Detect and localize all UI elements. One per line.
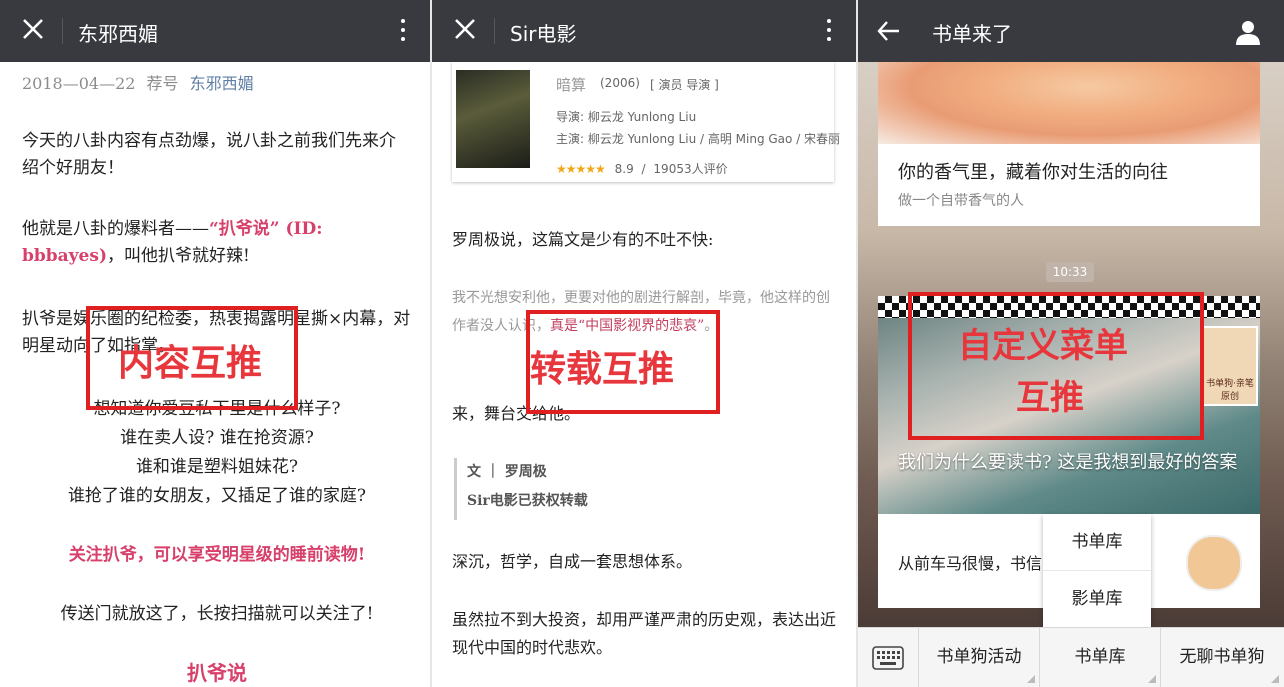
dog-logo: 书单狗·亲笔原创 (1202, 326, 1258, 406)
article-caption: 我们为什么要读书? 这是我想到最好的答案 (898, 452, 1238, 473)
paragraph: 他就是八卦的爆料者——“扒爷说” (ID: bbbayes)，叫他扒爷就好辣! (22, 216, 412, 270)
paragraph: 虽然拉不到大投资，却用严谨严肃的历史观，表达出近现代中国的时代悲欢。 (452, 610, 837, 657)
movie-card[interactable]: 暗算 (2006) [ 演员 导演 ] 导演: 柳云龙 Yunlong Liu … (452, 62, 840, 182)
badge-text: 书单狗·亲笔原创 (1206, 379, 1254, 402)
close-icon[interactable] (18, 14, 48, 44)
time-stamp: 10:33 (1046, 262, 1094, 282)
submenu-item[interactable]: 影单库 (1043, 571, 1151, 628)
question-line: 谁和谁是塑料姐妹花? (135, 457, 299, 477)
submenu-indicator-icon (1271, 675, 1279, 683)
annotation-label: 转载互推 (530, 349, 675, 390)
page-title: 书单来了 (932, 22, 1012, 46)
top-bar: 东邪西媚 (0, 0, 430, 62)
divider (62, 18, 63, 44)
keyboard-toggle[interactable] (858, 628, 919, 687)
submenu-popup: 书单库 影单库 (1043, 514, 1151, 628)
paragraph: 传送门就放这了，长按扫描就可以关注了! (60, 604, 374, 624)
page-title: Sir电影 (510, 22, 577, 46)
chat-panel-3: 书单来了 你的香气里，藏着你对生活的向往 做一个自带香气的人 10:33 书单狗… (858, 0, 1284, 687)
more-menu-icon[interactable] (398, 16, 408, 46)
submenu-item[interactable]: 书单库 (1043, 514, 1151, 571)
custom-menu-bar: 书单狗活动 书单库 无聊书单狗 (858, 627, 1284, 687)
movie-year: (2006) (600, 76, 640, 90)
star-rating-icon: ★★★★★ (556, 162, 606, 176)
paragraph: 今天的八卦内容有点劲爆，说八卦之前我们先来介绍个好朋友！ (22, 131, 396, 178)
highlight-line: 关注扒爷，可以享受明星级的睡前读物! (68, 545, 366, 565)
author-block: 文 ｜ 罗周极 Sir电影已获权转载 (454, 458, 767, 520)
text: ，叫他扒爷就好辣! (106, 246, 250, 266)
top-bar: Sir电影 (432, 0, 856, 62)
meta-label: 荐号 (146, 74, 179, 93)
author-line: 文 ｜ 罗周极 (467, 464, 547, 480)
movie-tag: [ 演员 导演 ] (650, 78, 719, 92)
menu-item[interactable]: 无聊书单狗 (1161, 628, 1283, 687)
article-cover-image (878, 62, 1260, 144)
score-separator: / (641, 162, 646, 176)
movie-cast: 主演: 柳云龙 Yunlong Liu / 高明 Ming Gao / 宋春丽 (556, 132, 841, 146)
movie-title: 暗算 (556, 76, 587, 94)
profile-icon[interactable] (1234, 18, 1262, 46)
submenu-indicator-icon (1148, 675, 1156, 683)
back-arrow-icon[interactable] (876, 18, 902, 44)
more-menu-icon[interactable] (824, 16, 834, 46)
close-icon[interactable] (450, 14, 480, 44)
menu-item[interactable]: 书单库 (1040, 628, 1161, 687)
vote-count: 19053人评价 (653, 162, 728, 176)
keyboard-icon (872, 646, 904, 670)
paragraph: 罗周极说，这篇文是少有的不吐不快: (452, 230, 714, 249)
top-bar: 书单来了 (858, 0, 1284, 62)
submenu-indicator-icon (1027, 675, 1035, 683)
meta-date: 2018—04—22 (22, 74, 136, 93)
article-meta: 2018—04—22 荐号 东邪西媚 (22, 70, 254, 94)
article-subtitle: 做一个自带香气的人 (898, 193, 1024, 209)
annotation-label: 互推 (1016, 378, 1084, 418)
article-panel-1: 东邪西媚 2018—04—22 荐号 东邪西媚 今天的八卦内容有点劲爆，说八卦之… (0, 0, 430, 687)
account-link[interactable]: 东邪西媚 (190, 74, 254, 93)
menu-item-label: 书单库 (1074, 647, 1126, 667)
page-title: 东邪西媚 (78, 22, 158, 46)
article-title: 从前车马很慢，书信 (898, 554, 1043, 573)
article-title: 你的香气里，藏着你对生活的向往 (898, 162, 1168, 183)
movie-director: 导演: 柳云龙 Yunlong Liu (556, 110, 697, 124)
menu-item-label: 无聊书单狗 (1179, 647, 1265, 667)
authorization-line: Sir电影已获权转载 (467, 493, 588, 509)
menu-item[interactable]: 书单狗活动 (919, 628, 1040, 687)
movie-poster (456, 70, 530, 168)
article-card[interactable]: 你的香气里，藏着你对生活的向往 做一个自带香气的人 (878, 144, 1260, 226)
annotation-label: 自定义菜单 (958, 326, 1128, 366)
question-line: 谁在卖人设? 谁在抢资源? (120, 428, 314, 448)
divider (494, 18, 495, 44)
account-name-footer: 扒爷说 (187, 661, 247, 685)
score: 8.9 (614, 162, 634, 176)
avatar (1186, 535, 1242, 591)
annotation-label: 内容互推 (118, 343, 263, 384)
article-panel-2: Sir电影 暗算 (2006) [ 演员 导演 ] 导演: 柳云龙 Yunlon… (432, 0, 856, 687)
question-line: 谁抢了谁的女朋友，又插足了谁的家庭? (67, 486, 367, 506)
paragraph: 深沉，哲学，自成一套思想体系。 (452, 552, 693, 571)
menu-item-label: 书单狗活动 (936, 647, 1022, 667)
movie-rating: ★★★★★ 8.9 / 19053人评价 (556, 160, 728, 177)
text: 他就是八卦的爆料者—— (22, 219, 209, 239)
